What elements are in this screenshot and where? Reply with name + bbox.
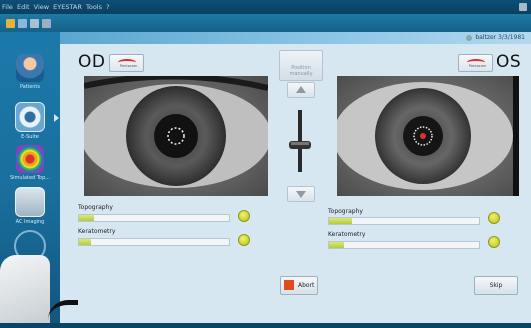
menu-file[interactable]: File bbox=[2, 3, 13, 11]
sidebar-item-label: Simulated Top... bbox=[9, 175, 51, 181]
od-keratometry-progress bbox=[78, 238, 230, 246]
od-topography-status-icon bbox=[238, 210, 250, 222]
toolbar-settings-icon[interactable] bbox=[42, 19, 51, 28]
od-keratometry-label: Keratometry bbox=[78, 228, 116, 235]
position-manually-button[interactable]: Position manually bbox=[279, 50, 323, 81]
position-label-line2: manually bbox=[289, 71, 313, 77]
sidebar-item-patients[interactable]: Patients bbox=[0, 54, 60, 90]
sidebar-item-ac-imaging[interactable]: AC Imaging bbox=[0, 187, 60, 225]
od-topography-label: Topography bbox=[78, 204, 113, 211]
sidebar-item-label: AC Imaging bbox=[15, 219, 45, 225]
sidebar-item-esuite[interactable]: E-Suite bbox=[0, 102, 60, 140]
os-pentacam-button[interactable]: Pentacam bbox=[458, 54, 493, 72]
topography-icon bbox=[16, 145, 44, 173]
toolbar-tool-icon[interactable] bbox=[6, 19, 15, 28]
os-eye-svg bbox=[337, 76, 519, 196]
patient-icon bbox=[16, 54, 44, 82]
camera-icon bbox=[15, 187, 45, 217]
menu-view[interactable]: View bbox=[34, 3, 49, 11]
toolbar-save-icon[interactable] bbox=[18, 19, 27, 28]
move-up-button[interactable] bbox=[287, 82, 315, 98]
arrow-up-icon bbox=[296, 86, 306, 93]
od-eye-svg bbox=[84, 76, 268, 196]
toolbar bbox=[0, 14, 531, 32]
os-eye-image bbox=[337, 76, 519, 196]
device-illustration bbox=[0, 255, 50, 323]
skip-button[interactable]: Skip bbox=[474, 276, 518, 295]
od-topography-progress bbox=[78, 214, 230, 222]
selected-arrow-icon bbox=[54, 114, 59, 122]
eye-scan-icon bbox=[15, 102, 45, 132]
os-topography-label: Topography bbox=[328, 208, 363, 215]
os-keratometry-label: Keratometry bbox=[328, 231, 366, 238]
progress-fill bbox=[79, 215, 94, 221]
abort-button[interactable]: Abort bbox=[280, 276, 318, 295]
od-pentacam-button[interactable]: Pentacam bbox=[109, 54, 144, 72]
os-keratometry-status-icon bbox=[488, 236, 500, 248]
os-title: OS bbox=[496, 52, 522, 72]
sidebar-item-label: Patients bbox=[19, 84, 40, 90]
sidebar-item-label: E-Suite bbox=[21, 134, 39, 140]
od-title: OD bbox=[78, 52, 106, 72]
title-bar: File Edit View EYESTAR Tools ? bbox=[0, 0, 531, 14]
progress-fill bbox=[329, 218, 352, 224]
height-slider[interactable] bbox=[286, 106, 314, 176]
progress-fill bbox=[79, 239, 91, 245]
slider-track-icon bbox=[289, 110, 311, 172]
os-topography-progress bbox=[328, 217, 480, 225]
pentacam-logo-text: Pentacam bbox=[469, 64, 487, 68]
arrow-down-icon bbox=[296, 191, 306, 198]
toolbar-print-icon[interactable] bbox=[30, 19, 39, 28]
menu-eyestar[interactable]: EYESTAR bbox=[53, 3, 82, 11]
os-keratometry-progress bbox=[328, 241, 480, 249]
user-icon bbox=[466, 34, 473, 41]
header-banner: baltzer 3/3/1981 bbox=[60, 32, 531, 44]
user-info: baltzer 3/3/1981 bbox=[466, 34, 525, 41]
menu-tools[interactable]: Tools bbox=[86, 3, 102, 11]
window-close-icon[interactable] bbox=[519, 3, 527, 11]
user-text: baltzer 3/3/1981 bbox=[475, 34, 525, 41]
menu-help[interactable]: ? bbox=[106, 3, 109, 11]
od-keratometry-status-icon bbox=[238, 234, 250, 246]
main-panel: OD Pentacam OS Pentacam Position manuall… bbox=[60, 44, 531, 323]
menu-edit[interactable]: Edit bbox=[17, 3, 30, 11]
sidebar-item-simulated-top[interactable]: Simulated Top... bbox=[0, 145, 60, 181]
move-down-button[interactable] bbox=[287, 186, 315, 202]
pentacam-logo-text: Pentacam bbox=[120, 64, 138, 68]
od-eye-image bbox=[84, 76, 268, 196]
progress-fill bbox=[329, 242, 344, 248]
os-topography-status-icon bbox=[488, 212, 500, 224]
abort-label: Abort bbox=[298, 282, 315, 289]
stop-icon bbox=[284, 280, 294, 290]
